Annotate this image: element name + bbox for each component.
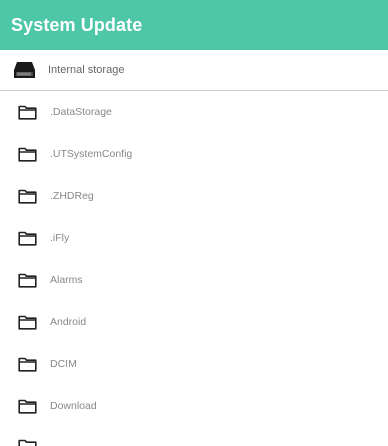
folder-item-ifly[interactable]: .iFly — [0, 217, 388, 259]
folder-item-datastorage[interactable]: .DataStorage — [0, 91, 388, 133]
folder-item-download[interactable]: Download — [0, 385, 388, 427]
folder-icon — [18, 439, 37, 446]
app-title: System Update — [11, 14, 143, 35]
folder-name: DCIM — [50, 358, 77, 370]
folder-name: Download — [50, 400, 97, 412]
folder-item-android[interactable]: Android — [0, 301, 388, 343]
folder-icon — [18, 105, 37, 120]
drive-icon — [14, 62, 35, 78]
folder-icon — [18, 315, 37, 330]
folder-list: .DataStorage .UTSystemConfig .ZHDReg .iF… — [0, 91, 388, 427]
folder-name: .UTSystemConfig — [50, 148, 133, 160]
folder-name: Android — [50, 316, 87, 328]
folder-item-zhdreg[interactable]: .ZHDReg — [0, 175, 388, 217]
storage-breadcrumb[interactable]: Internal storage — [0, 50, 388, 91]
folder-name: .ZHDReg — [50, 190, 94, 202]
folder-item-dcim[interactable]: DCIM — [0, 343, 388, 385]
folder-name: Alarms — [50, 274, 83, 286]
folder-icon — [18, 399, 37, 414]
folder-icon — [18, 273, 37, 288]
folder-item-partial[interactable] — [0, 431, 388, 446]
storage-label: Internal storage — [48, 64, 125, 76]
folder-icon — [18, 357, 37, 372]
folder-name: .DataStorage — [50, 106, 112, 118]
folder-icon — [18, 231, 37, 246]
app-bar: System Update — [0, 0, 388, 50]
folder-icon — [18, 147, 37, 162]
folder-item-alarms[interactable]: Alarms — [0, 259, 388, 301]
folder-name: .iFly — [50, 232, 70, 244]
folder-icon — [18, 189, 37, 204]
folder-item-utsystemconfig[interactable]: .UTSystemConfig — [0, 133, 388, 175]
